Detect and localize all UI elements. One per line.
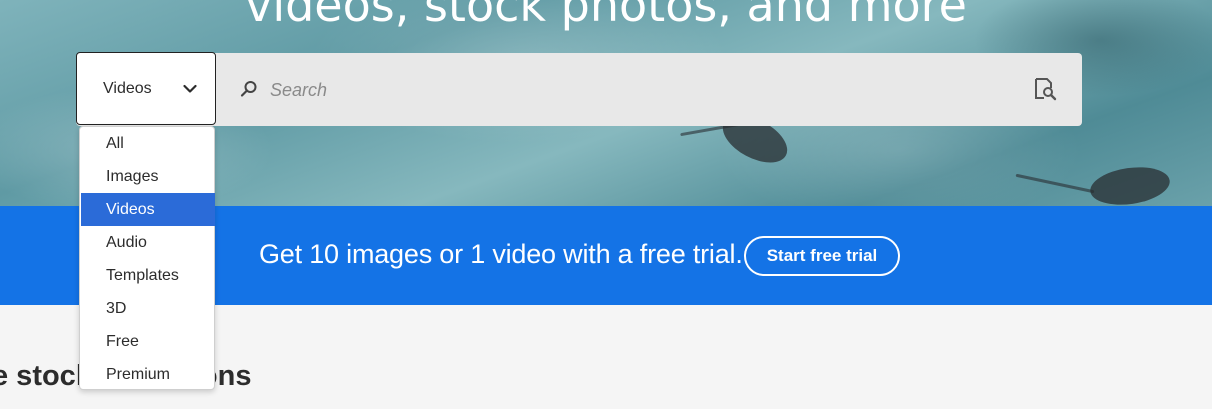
- asset-type-label: Videos: [103, 79, 152, 97]
- banner-text: Get 10 images or 1 video with a free tri…: [259, 239, 743, 269]
- dropdown-option-images[interactable]: Images: [81, 160, 215, 193]
- asset-type-select[interactable]: Videos: [76, 52, 216, 125]
- dropdown-option-templates[interactable]: Templates: [81, 259, 215, 292]
- dropdown-option-premium[interactable]: Premium: [81, 358, 215, 391]
- search-input[interactable]: [268, 70, 1012, 110]
- hero-title: videos, stock photos, and more: [245, 0, 967, 32]
- dropdown-option-audio[interactable]: Audio: [81, 226, 215, 259]
- dropdown-option-videos[interactable]: Videos: [81, 193, 215, 226]
- stingray-image: [1087, 162, 1173, 206]
- chevron-down-icon: [183, 81, 197, 99]
- search-icon: [240, 80, 258, 103]
- dropdown-option-all[interactable]: All: [81, 127, 215, 160]
- asset-type-dropdown: All Images Videos Audio Templates 3D Fre…: [79, 126, 215, 390]
- dropdown-option-3d[interactable]: 3D: [81, 292, 215, 325]
- dropdown-option-free[interactable]: Free: [81, 325, 215, 358]
- visual-search-icon[interactable]: [1033, 77, 1057, 106]
- stingray-tail: [1015, 173, 1095, 194]
- start-free-trial-button[interactable]: Start free trial: [744, 236, 900, 276]
